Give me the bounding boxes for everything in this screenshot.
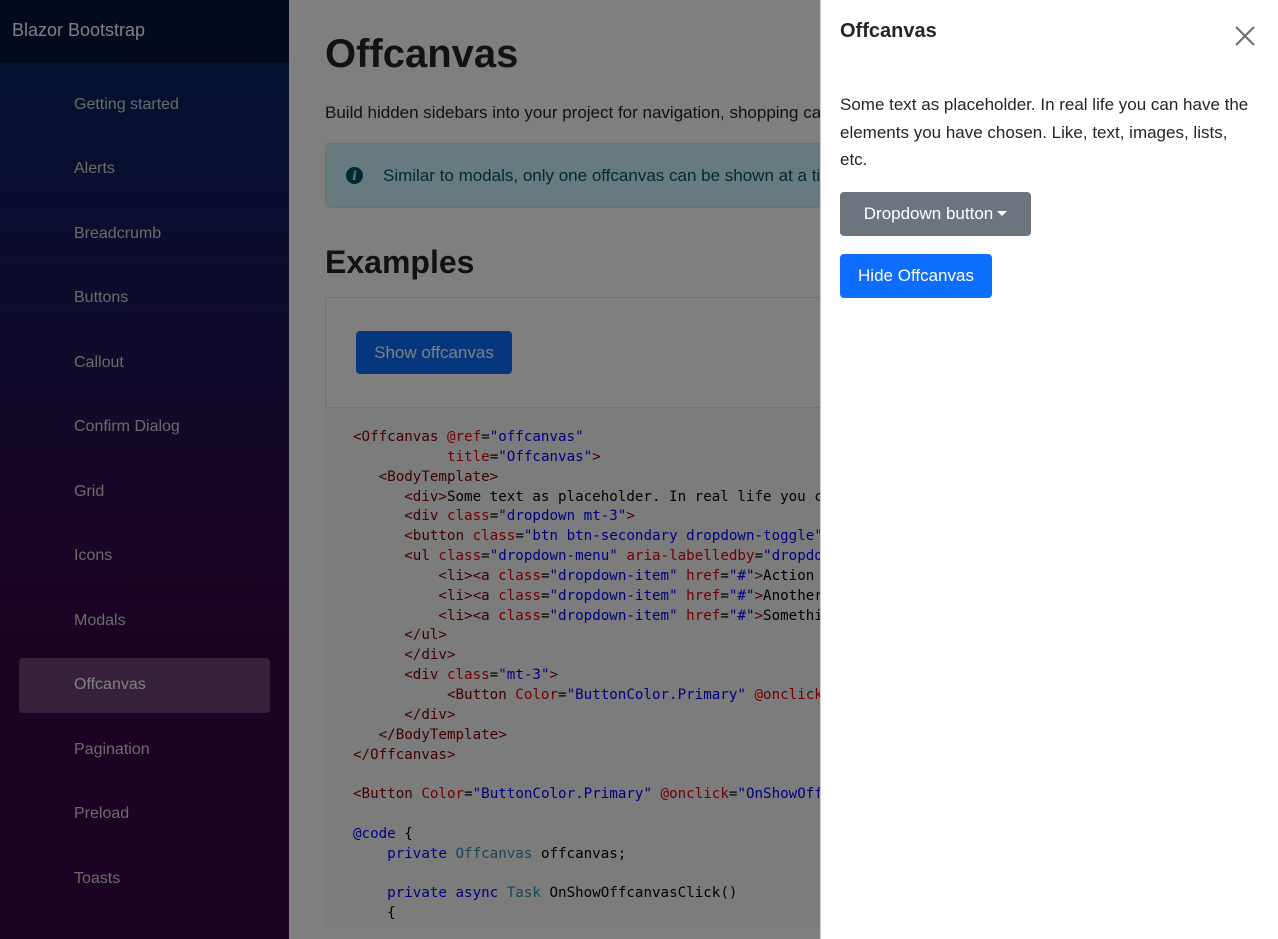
offcanvas-title: Offcanvas bbox=[840, 20, 937, 42]
close-icon[interactable] bbox=[1233, 24, 1257, 48]
dropdown-button[interactable]: Dropdown button bbox=[840, 191, 1031, 236]
offcanvas-header: Offcanvas bbox=[840, 0, 1259, 72]
hide-offcanvas-button[interactable]: Hide Offcanvas bbox=[840, 253, 992, 298]
caret-down-icon bbox=[997, 211, 1008, 216]
dropdown-button-label: Dropdown button bbox=[863, 203, 994, 223]
offcanvas-panel: Offcanvas Some text as placeholder. In r… bbox=[820, 0, 1278, 939]
offcanvas-body-text: Some text as placeholder. In real life y… bbox=[840, 95, 1249, 169]
